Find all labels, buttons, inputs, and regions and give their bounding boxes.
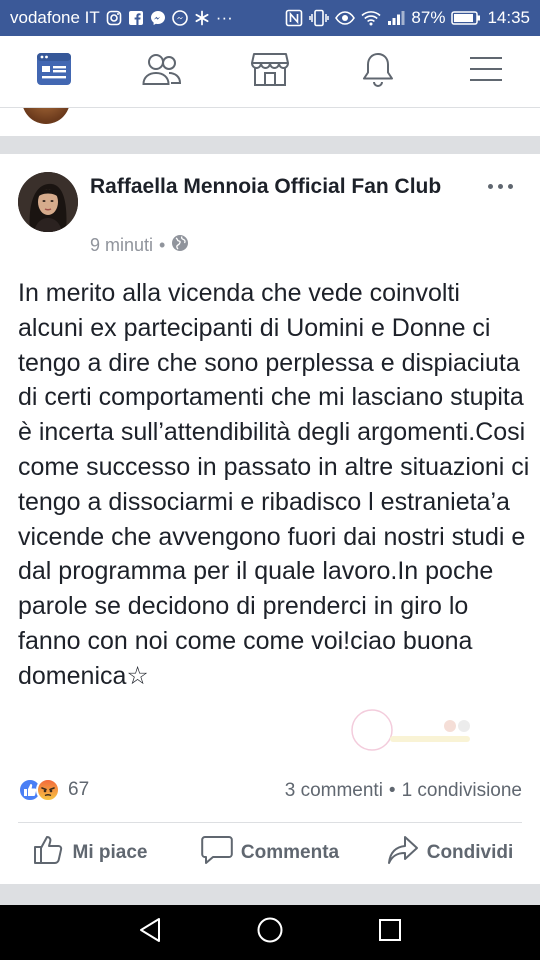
stats-separator: • bbox=[388, 780, 396, 801]
comments-count[interactable]: 3 commenti bbox=[285, 780, 383, 802]
share-icon bbox=[387, 835, 419, 871]
signal-icon bbox=[387, 10, 405, 26]
nfc-icon bbox=[285, 9, 303, 27]
battery-percent: 87% bbox=[411, 8, 446, 27]
post-options-button[interactable] bbox=[484, 176, 516, 196]
status-bar: vodafone IT ··· 87% 14:35 bbox=[0, 0, 540, 36]
asterisk-icon bbox=[194, 10, 210, 26]
messenger-icon bbox=[150, 10, 166, 26]
instagram-icon bbox=[106, 10, 122, 26]
share-button[interactable]: Condividi bbox=[360, 835, 540, 871]
dot bbox=[497, 183, 503, 189]
back-icon[interactable] bbox=[137, 916, 163, 949]
tab-marketplace[interactable] bbox=[216, 36, 324, 107]
like-button[interactable]: Mi piace bbox=[0, 835, 180, 871]
globe-icon bbox=[171, 234, 189, 257]
marketplace-icon bbox=[251, 51, 289, 92]
angry-reaction-icon bbox=[36, 778, 60, 802]
wifi-icon bbox=[361, 10, 381, 26]
comment-icon bbox=[201, 835, 233, 871]
previous-post bbox=[0, 108, 540, 136]
avatar bbox=[22, 108, 70, 124]
news-feed-icon bbox=[36, 52, 72, 91]
tab-menu[interactable] bbox=[432, 36, 540, 107]
menu-icon bbox=[469, 55, 503, 88]
facebook-icon bbox=[128, 10, 144, 26]
reactions-summary[interactable]: 67 bbox=[18, 778, 89, 802]
feed-separator bbox=[0, 884, 540, 905]
author-avatar[interactable] bbox=[18, 172, 78, 232]
eye-icon bbox=[335, 10, 356, 26]
meta-separator: • bbox=[159, 235, 166, 255]
home-icon[interactable] bbox=[256, 916, 284, 949]
tab-friends[interactable] bbox=[108, 36, 216, 107]
shares-count[interactable]: 1 condivisione bbox=[402, 780, 522, 802]
watermark-logo bbox=[351, 709, 470, 751]
notifications-icon bbox=[361, 51, 395, 92]
battery-icon bbox=[451, 10, 481, 26]
carrier-name: vodafone IT bbox=[10, 8, 100, 27]
post-text: In merito alla vicenda che vede coinvolt… bbox=[18, 279, 530, 690]
overflow-indicator: ··· bbox=[215, 8, 233, 27]
post-actions: Mi piace Commenta Condividi bbox=[0, 823, 540, 883]
friends-icon bbox=[142, 52, 182, 91]
share-label: Condividi bbox=[426, 842, 514, 863]
reaction-count: 67 bbox=[68, 779, 90, 800]
android-nav-bar bbox=[0, 905, 540, 960]
post-meta: 9 minuti • bbox=[90, 234, 189, 257]
comment-button[interactable]: Commenta bbox=[180, 835, 360, 871]
author-name[interactable]: Raffaella Mennoia Official Fan Club bbox=[90, 172, 450, 201]
clock: 14:35 bbox=[487, 8, 530, 27]
engagement-stats: 3 commenti • 1 condivisione bbox=[285, 780, 522, 802]
feed-separator bbox=[0, 136, 540, 154]
like-label: Mi piace bbox=[72, 842, 148, 863]
recents-icon[interactable] bbox=[377, 917, 403, 948]
tab-notifications[interactable] bbox=[324, 36, 432, 107]
feed-post: Raffaella Mennoia Official Fan Club 9 mi… bbox=[0, 154, 540, 884]
post-time[interactable]: 9 minuti bbox=[90, 235, 153, 256]
tab-news-feed[interactable] bbox=[0, 36, 108, 107]
messenger-icon bbox=[171, 10, 188, 26]
vibrate-icon bbox=[309, 9, 330, 27]
comment-label: Commenta bbox=[240, 842, 340, 863]
thumbs-up-icon bbox=[33, 835, 65, 871]
dot bbox=[507, 183, 513, 189]
facebook-nav-bar bbox=[0, 36, 540, 108]
dot bbox=[487, 183, 493, 189]
